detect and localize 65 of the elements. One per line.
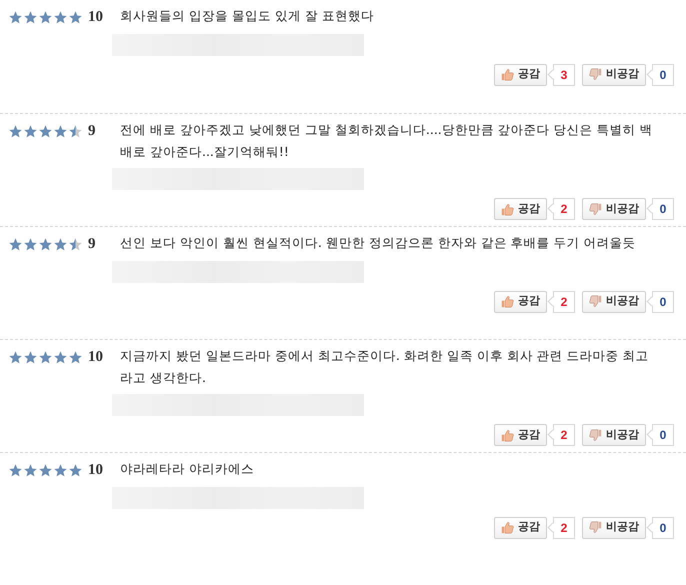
vote-count: 2	[553, 198, 575, 220]
review-text: 선인 보다 악인이 훨씬 현실적이다. 웬만한 정의감으론 한자와 같은 후배를 두기 어려울듯	[120, 234, 637, 252]
review-text: 전에 배로 갚아주겠고 낮에했던 그말 철회하겠습니다....당한만큼 갚아준다 당신은 특별히 백배로 갚아준다...잘기억해둬!!	[120, 121, 654, 161]
star-icon	[8, 10, 23, 25]
star-icon	[8, 462, 23, 478]
thumbs-up-icon	[501, 428, 514, 442]
star-icon	[38, 124, 53, 139]
star-icon	[23, 124, 38, 139]
dislike-button[interactable]: 비공감	[582, 424, 646, 446]
vote-count: 2	[553, 516, 575, 538]
star-icon	[68, 462, 83, 478]
like-button[interactable]: 공감	[494, 290, 547, 312]
vote-count: 0	[652, 516, 674, 538]
star-icon	[23, 236, 38, 252]
star-icon	[68, 350, 83, 365]
rating-score: 10	[88, 8, 103, 27]
rating-score: 9	[88, 235, 96, 254]
review-text: 야라레타라 야리카에스	[120, 460, 255, 478]
star-icon	[68, 124, 83, 139]
vote-count: 0	[652, 64, 674, 86]
star-icon	[68, 10, 83, 25]
star-icon	[53, 462, 68, 478]
thumbs-down-icon	[589, 428, 602, 442]
star-icon	[23, 462, 38, 478]
star-icon	[38, 10, 53, 25]
star-icon	[53, 350, 68, 365]
review-text: 회사원들의 입장을 몰입도 있게 잘 표현했다	[120, 7, 375, 25]
star-icon	[38, 462, 53, 478]
thumbs-down-icon	[589, 202, 602, 216]
star-icon	[8, 124, 23, 139]
dislike-button[interactable]: 비공감	[582, 198, 646, 220]
like-button[interactable]: 공감	[494, 64, 547, 86]
star-icon	[53, 124, 68, 139]
star-icon	[38, 350, 53, 365]
rating-score: 9	[88, 122, 96, 141]
like-button[interactable]: 공감	[494, 516, 547, 538]
vote-count: 2	[553, 290, 575, 312]
rating-score: 10	[88, 461, 103, 480]
star-icon	[23, 10, 38, 25]
star-icon	[53, 10, 68, 25]
star-icon	[8, 350, 23, 365]
star-icon	[68, 236, 83, 252]
vote-count: 2	[553, 424, 575, 446]
dislike-button[interactable]: 비공감	[582, 516, 646, 538]
dislike-button[interactable]: 비공감	[582, 64, 646, 86]
star-icon	[23, 350, 38, 365]
like-button[interactable]: 공감	[494, 424, 547, 446]
review-text: 지금까지 봤던 일본드라마 중에서 최고수준이다. 화려한 일족 이후 회사 관련 드라마중 최고라고 생각한다.	[120, 347, 650, 387]
thumbs-down-icon	[589, 295, 602, 308]
dislike-button[interactable]: 비공감	[582, 290, 646, 312]
thumbs-up-icon	[501, 202, 514, 216]
rating-score: 10	[88, 348, 103, 367]
star-icon	[53, 236, 68, 252]
thumbs-up-icon	[501, 521, 514, 534]
like-button[interactable]: 공감	[494, 198, 547, 220]
vote-count: 0	[652, 290, 674, 312]
thumbs-up-icon	[501, 68, 514, 81]
star-icon	[38, 236, 53, 252]
thumbs-down-icon	[589, 68, 602, 81]
vote-count: 0	[652, 424, 674, 446]
thumbs-up-icon	[501, 295, 514, 308]
star-icon	[8, 236, 23, 252]
vote-count: 3	[553, 64, 575, 86]
vote-count: 0	[652, 198, 674, 220]
thumbs-down-icon	[589, 521, 602, 534]
